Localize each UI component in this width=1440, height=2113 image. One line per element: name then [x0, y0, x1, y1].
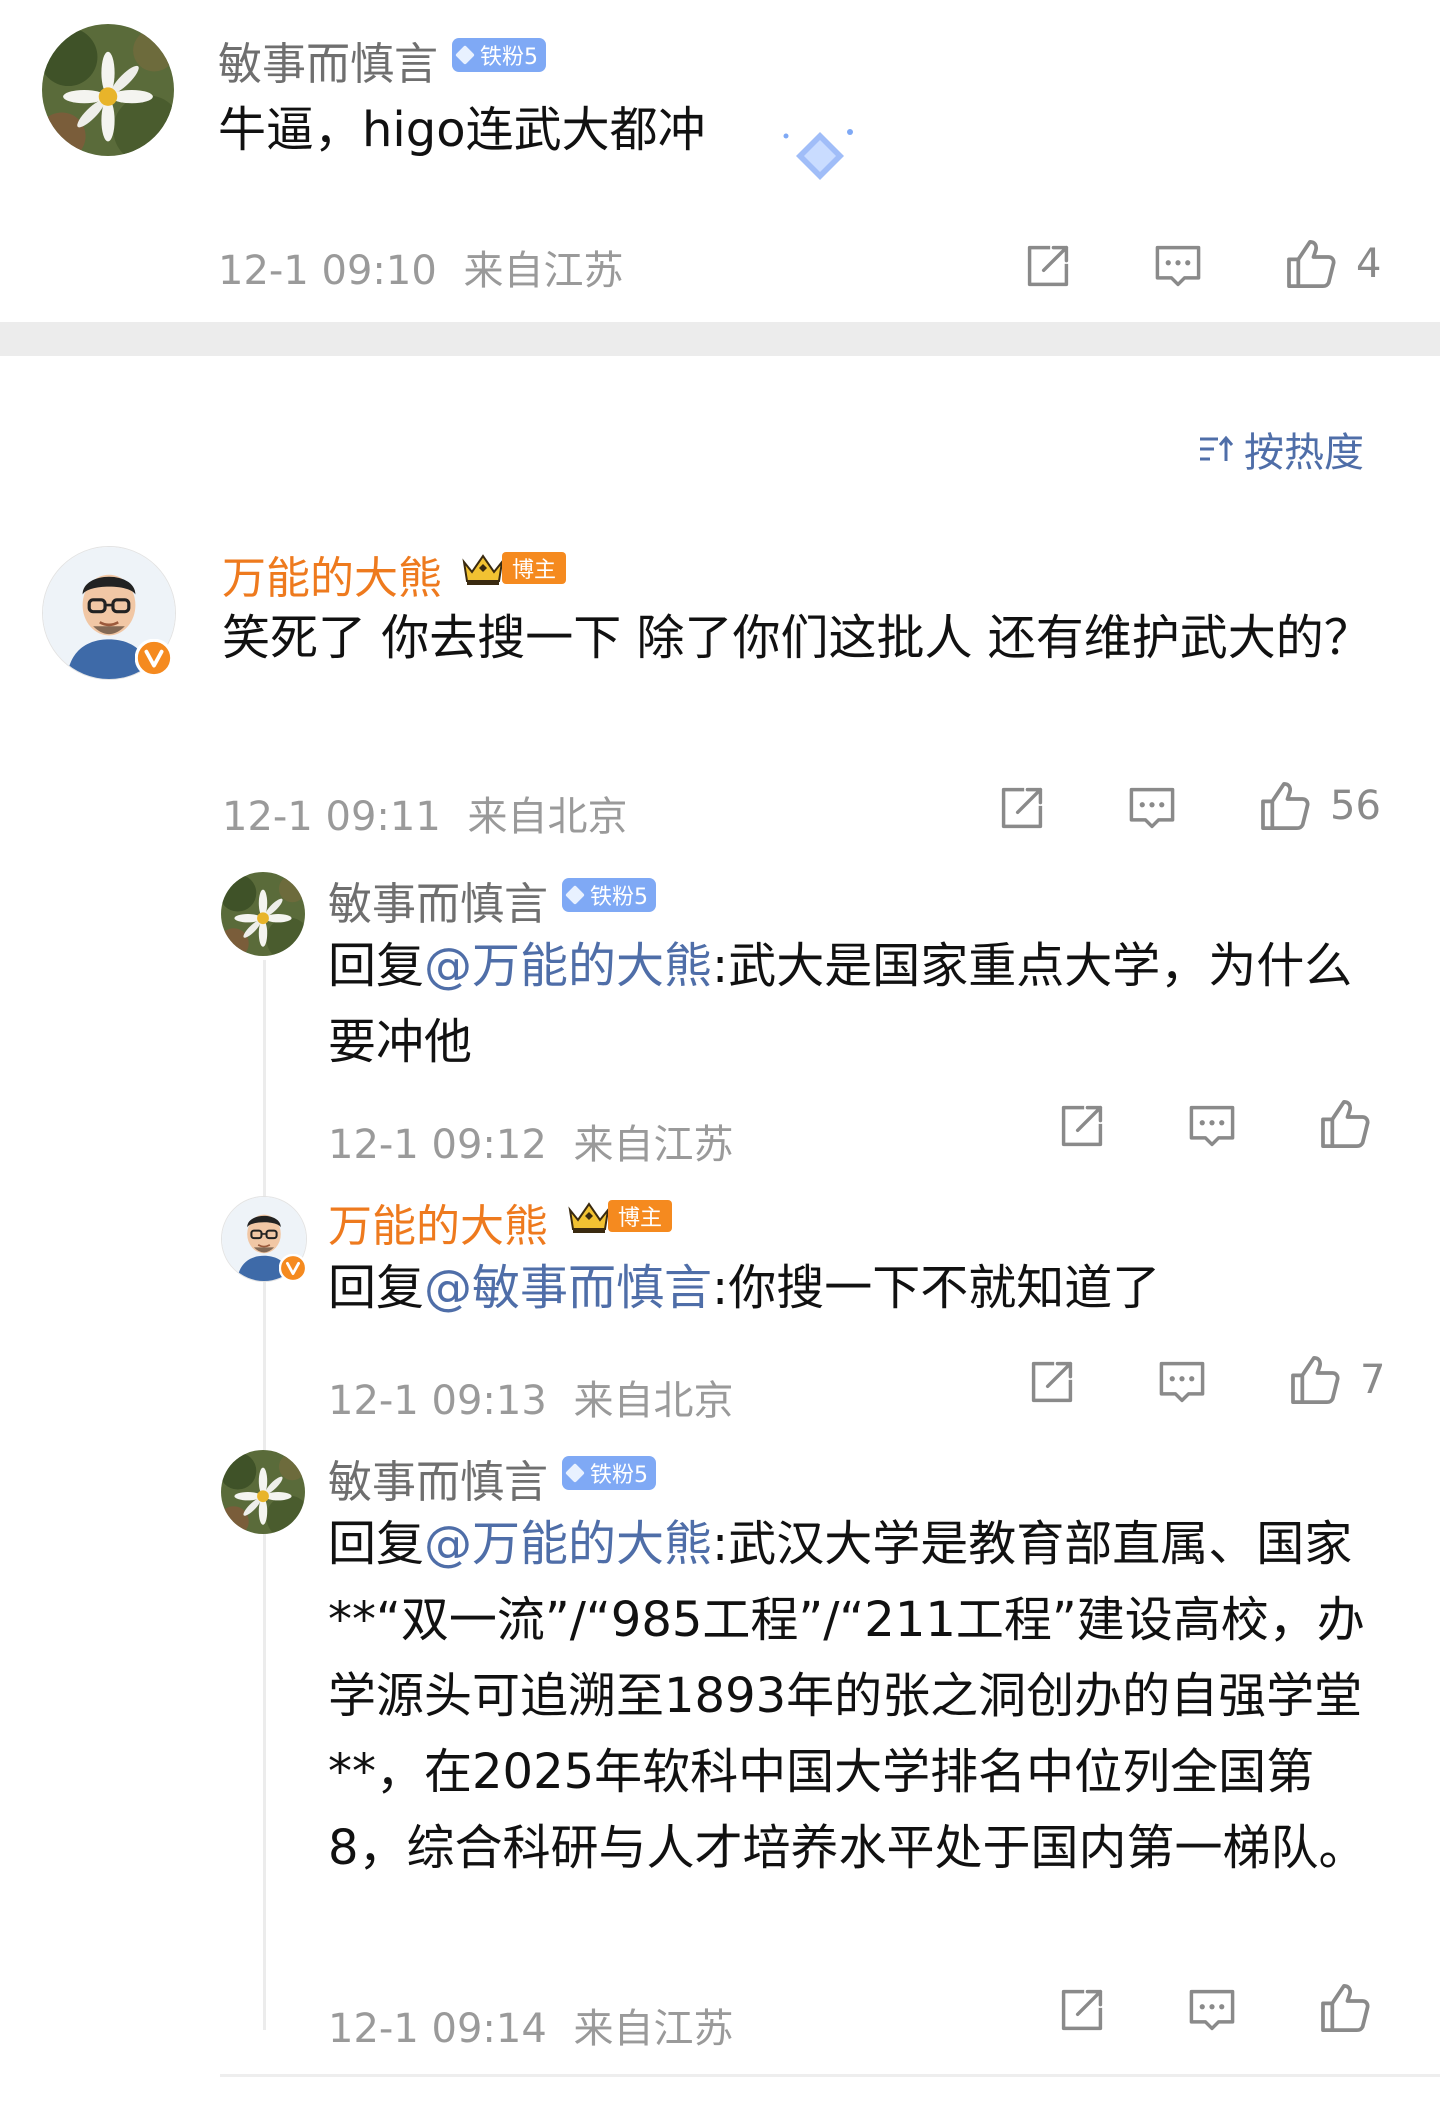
- diamond-icon: [565, 885, 585, 905]
- share-icon: [1026, 1356, 1078, 1408]
- comment-text: 笑死了 你去搜一下 除了你们这批人 还有维护武大的？: [222, 610, 1372, 666]
- section-separator: [0, 322, 1440, 356]
- mention-link[interactable]: @万能的大熊: [424, 938, 712, 994]
- avatar-flower-icon: [42, 24, 174, 156]
- share-icon: [1056, 1100, 1108, 1152]
- reply-text: 回复@万能的大熊:武大是国家重点大学，为什么要冲他: [328, 928, 1388, 1080]
- fan-badge[interactable]: 铁粉5: [562, 878, 656, 912]
- thumbs-up-icon: [1256, 778, 1312, 834]
- comment-icon: [1126, 782, 1178, 834]
- comment-button[interactable]: [1126, 782, 1178, 834]
- comment-button[interactable]: [1152, 240, 1204, 292]
- comment-icon: [1156, 1356, 1208, 1408]
- timestamp: 12-1 09:13: [328, 1378, 547, 1424]
- comment-icon: [1152, 240, 1204, 292]
- share-icon: [1056, 1984, 1108, 2036]
- reply-prefix: 回复: [328, 938, 425, 994]
- reply-text: 回复@万能的大熊:武汉大学是教育部直属、国家**“双一流”/“985工程”/“2…: [328, 1506, 1388, 1886]
- username[interactable]: 敏事而慎言: [328, 868, 548, 932]
- share-icon: [996, 782, 1048, 834]
- like-count: 7: [1360, 1357, 1386, 1403]
- avatar-flower-icon: [221, 1450, 305, 1534]
- timestamp: 12-1 09:11: [222, 794, 441, 840]
- avatar-flower-icon: [221, 872, 305, 956]
- share-button[interactable]: [1056, 1100, 1108, 1152]
- reply-body: :你搜一下不就知道了: [712, 1260, 1161, 1316]
- comment-icon: [1186, 1100, 1238, 1152]
- share-button[interactable]: [1022, 240, 1074, 292]
- like-count: 4: [1356, 241, 1382, 287]
- fan-badge[interactable]: 铁粉5: [452, 38, 546, 72]
- crown-icon: [460, 548, 506, 588]
- thumbs-up-icon: [1316, 1980, 1372, 2036]
- fan-badge-label: 铁粉5: [590, 885, 648, 910]
- timestamp: 12-1 09:14: [328, 2006, 547, 2052]
- avatar[interactable]: [221, 872, 305, 956]
- timestamp: 12-1 09:12: [328, 1122, 547, 1168]
- fan-badge-label: 铁粉5: [590, 1463, 648, 1488]
- like-button[interactable]: [1316, 1096, 1390, 1152]
- fan-badge-label: 铁粉5: [480, 45, 538, 70]
- username[interactable]: 万能的大熊: [328, 1190, 548, 1254]
- crown-icon: [566, 1196, 612, 1236]
- comment-icon: [1186, 1984, 1238, 2036]
- diamond-icon: [565, 1463, 585, 1483]
- location: 来自江苏: [573, 2006, 734, 2052]
- verified-v-icon: [279, 1254, 307, 1282]
- thumbs-up-icon: [1282, 236, 1338, 292]
- reply-prefix: 回复: [328, 1260, 425, 1316]
- location: 来自江苏: [463, 248, 624, 294]
- comment-meta: 12-1 09:10 来自江苏: [218, 238, 624, 296]
- thumbs-up-icon: [1286, 1352, 1342, 1408]
- host-badge-label: 博主: [608, 1200, 673, 1232]
- share-button[interactable]: [1056, 1984, 1108, 2036]
- username[interactable]: 敏事而慎言: [218, 28, 438, 92]
- sort-control[interactable]: 按热度: [1196, 420, 1364, 478]
- sparkle-diamond-icon: [780, 122, 853, 182]
- share-icon: [1022, 240, 1074, 292]
- sort-label: 按热度: [1244, 430, 1364, 476]
- like-count: 56: [1330, 783, 1381, 829]
- host-badge-label: 博主: [502, 552, 567, 584]
- host-badge[interactable]: 博主: [566, 1196, 673, 1236]
- location: 来自江苏: [573, 1122, 734, 1168]
- username[interactable]: 万能的大熊: [222, 542, 442, 606]
- reply-prefix: 回复: [328, 1516, 425, 1572]
- like-button[interactable]: 4: [1282, 236, 1381, 292]
- comment-meta: 12-1 09:14 来自江苏: [328, 1996, 734, 2054]
- bottom-divider: [220, 2074, 1440, 2077]
- comment-meta: 12-1 09:12 来自江苏: [328, 1112, 734, 1170]
- diamond-icon: [455, 45, 475, 65]
- avatar[interactable]: [221, 1450, 305, 1534]
- like-button[interactable]: 56: [1256, 778, 1381, 834]
- avatar[interactable]: [42, 24, 174, 156]
- username[interactable]: 敏事而慎言: [328, 1446, 548, 1510]
- share-button[interactable]: [996, 782, 1048, 834]
- reply-text: 回复@敏事而慎言:你搜一下不就知道了: [328, 1250, 1388, 1326]
- mention-link[interactable]: @万能的大熊: [424, 1516, 712, 1572]
- like-button[interactable]: 7: [1286, 1352, 1385, 1408]
- location: 来自北京: [467, 794, 628, 840]
- fan-badge[interactable]: 铁粉5: [562, 1456, 656, 1490]
- thumbs-up-icon: [1316, 1096, 1372, 1152]
- comment-text: 牛逼，higo连武大都冲: [218, 102, 706, 158]
- comment-button[interactable]: [1156, 1356, 1208, 1408]
- comment-button[interactable]: [1186, 1100, 1238, 1152]
- share-button[interactable]: [1026, 1356, 1078, 1408]
- like-button[interactable]: [1316, 1980, 1390, 2036]
- sort-icon: [1200, 435, 1234, 461]
- timestamp: 12-1 09:10: [218, 248, 437, 294]
- comment-button[interactable]: [1186, 1984, 1238, 2036]
- verified-v-icon: [135, 639, 173, 677]
- host-badge[interactable]: 博主: [460, 548, 567, 588]
- mention-link[interactable]: @敏事而慎言: [424, 1260, 712, 1316]
- comment-meta: 12-1 09:11 来自北京: [222, 784, 628, 842]
- comment-meta: 12-1 09:13 来自北京: [328, 1368, 734, 1426]
- location: 来自北京: [573, 1378, 734, 1424]
